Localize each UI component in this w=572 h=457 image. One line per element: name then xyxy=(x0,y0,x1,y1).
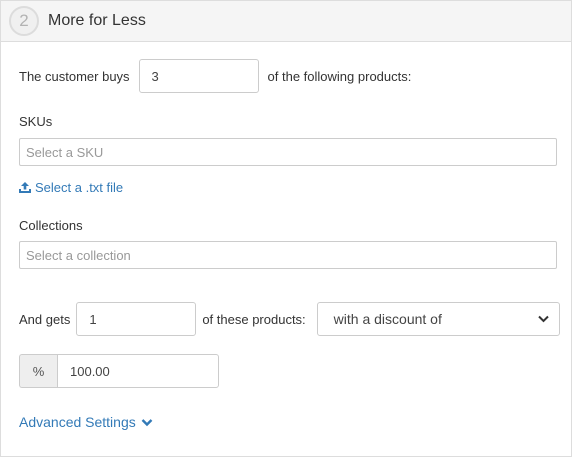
buys-prefix-label: The customer buys xyxy=(19,68,130,84)
buys-suffix-label: of the following products: xyxy=(267,68,412,84)
discount-input-group: % 100.00 xyxy=(19,354,219,388)
discount-type-value: with a discount of xyxy=(333,311,442,327)
advanced-settings-toggle[interactable]: Advanced Settings xyxy=(19,414,153,430)
gets-prefix-label: And gets xyxy=(19,311,71,327)
upload-txt-link[interactable]: Select a .txt file xyxy=(19,180,123,195)
collection-select-input[interactable]: Select a collection xyxy=(19,241,557,269)
panel-header: 2 More for Less xyxy=(1,1,571,42)
upload-link-label: Select a .txt file xyxy=(35,180,124,195)
discount-value-input[interactable]: 100.00 xyxy=(57,354,219,388)
chevron-down-icon xyxy=(537,315,549,323)
advanced-settings-label: Advanced Settings xyxy=(19,414,136,430)
buys-row: The customer buys 3 of the following pro… xyxy=(19,59,411,93)
skus-label: SKUs xyxy=(19,114,53,129)
gets-middle-label: of these products: xyxy=(202,311,306,327)
buys-quantity-input[interactable]: 3 xyxy=(138,59,259,93)
gets-row: And gets 1 of these products: with a dis… xyxy=(19,302,560,336)
collections-label: Collections xyxy=(19,218,83,233)
discount-type-select[interactable]: with a discount of xyxy=(316,302,560,336)
percent-addon: % xyxy=(19,354,57,388)
upload-icon xyxy=(19,182,31,193)
gets-quantity-input[interactable]: 1 xyxy=(76,302,197,336)
step-number-badge: 2 xyxy=(9,6,39,36)
panel-title: More for Less xyxy=(48,12,146,29)
chevron-down-icon xyxy=(141,418,153,426)
sku-select-input[interactable]: Select a SKU xyxy=(19,138,557,166)
rule-panel: 2 More for Less The customer buys 3 of t… xyxy=(0,0,572,457)
